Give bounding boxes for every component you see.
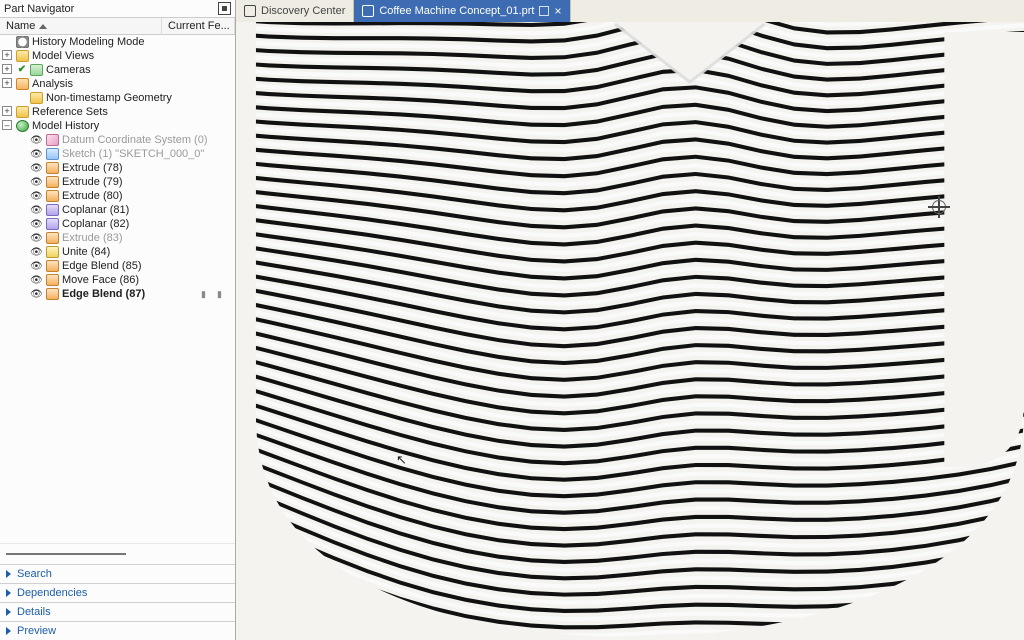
extrude-icon — [46, 162, 59, 174]
tree-expander[interactable]: – — [2, 120, 12, 130]
datum-icon — [46, 134, 59, 146]
tree-item-label[interactable]: History Modeling Mode — [31, 36, 145, 48]
folder-icon — [30, 92, 43, 104]
tree-item-label[interactable]: Extrude (83) — [61, 232, 123, 244]
tab-discovery-center[interactable]: Discovery Center — [236, 0, 354, 22]
visibility-icon[interactable]: 👁 — [30, 275, 44, 286]
tree-item-label[interactable]: Extrude (78) — [61, 162, 123, 174]
panel-title: Part Navigator — [4, 3, 74, 15]
tree-item-label[interactable]: Analysis — [31, 78, 73, 90]
tree-item-label[interactable]: Cameras — [45, 64, 91, 76]
tree-item-label[interactable]: Coplanar (81) — [61, 204, 129, 216]
tab-active-document[interactable]: Coffee Machine Concept_01.prt × — [354, 0, 570, 22]
visibility-icon[interactable]: 👁 — [30, 247, 44, 258]
chevron-right-icon — [6, 589, 11, 597]
undock-icon[interactable] — [218, 2, 231, 15]
visibility-icon[interactable]: 👁 — [30, 233, 44, 244]
tree-item-label[interactable]: Non-timestamp Geometry — [45, 92, 172, 104]
popout-icon[interactable] — [539, 6, 549, 16]
tree-item-label[interactable]: Sketch (1) "SKETCH_000_0" — [61, 148, 204, 160]
tree-hscroll[interactable] — [0, 543, 235, 564]
extrude-icon — [46, 190, 59, 202]
part-file-icon — [362, 5, 374, 17]
extrude-icon — [46, 176, 59, 188]
extrude-icon — [46, 232, 59, 244]
chevron-right-icon — [6, 608, 11, 616]
tree-item-label[interactable]: Edge Blend (87) — [61, 288, 145, 300]
chevron-right-icon — [6, 627, 11, 635]
visibility-icon[interactable]: 👁 — [30, 135, 44, 146]
tree-item-label[interactable]: Model History — [31, 120, 99, 132]
cam-icon — [30, 64, 43, 76]
coplanar-icon — [46, 204, 59, 216]
column-name[interactable]: Name — [0, 18, 162, 34]
history-icon — [16, 120, 29, 132]
tree-item-label[interactable]: Edge Blend (85) — [61, 260, 142, 272]
blend-icon — [46, 260, 59, 272]
section-dependencies[interactable]: Dependencies — [0, 583, 235, 602]
tree-columns: Name Current Fe... — [0, 18, 235, 35]
visibility-icon[interactable]: 👁 — [30, 261, 44, 272]
document-tab-bar: Discovery Center Coffee Machine Concept_… — [236, 0, 1024, 23]
visibility-icon[interactable]: 👁 — [30, 219, 44, 230]
tree-item-label[interactable]: Datum Coordinate System (0) — [61, 134, 208, 146]
tree-expander[interactable]: + — [2, 78, 12, 88]
folder-icon — [16, 106, 29, 118]
move-icon — [46, 274, 59, 286]
tree-expander[interactable]: + — [2, 50, 12, 60]
chevron-right-icon — [6, 570, 11, 578]
visibility-icon[interactable]: 👁 — [30, 289, 44, 300]
navigator-tree[interactable]: History Modeling Mode+Model Views+✔Camer… — [0, 35, 235, 543]
tree-item-label[interactable]: Move Face (86) — [61, 274, 139, 286]
section-details[interactable]: Details — [0, 602, 235, 621]
section-search[interactable]: Search — [0, 564, 235, 583]
visibility-icon[interactable]: 👁 — [30, 163, 44, 174]
tree-expander[interactable]: + — [2, 106, 12, 116]
column-current-feature[interactable]: Current Fe... — [162, 18, 235, 34]
current-feature-marker: ▮▮ — [201, 289, 231, 300]
blend-icon — [46, 288, 59, 300]
unite-icon — [46, 246, 59, 258]
visibility-icon[interactable]: 👁 — [30, 191, 44, 202]
visibility-icon[interactable]: 👁 — [30, 205, 44, 216]
coplanar-icon — [46, 218, 59, 230]
visibility-icon[interactable]: 👁 — [30, 149, 44, 160]
part-navigator-panel: Part Navigator Name Current Fe... Histor… — [0, 0, 236, 640]
tree-item-label[interactable]: Model Views — [31, 50, 94, 62]
tree-item-label[interactable]: Coplanar (82) — [61, 218, 129, 230]
tree-expander[interactable]: + — [2, 64, 12, 74]
panel-title-bar: Part Navigator — [0, 0, 235, 18]
section-preview[interactable]: Preview — [0, 621, 235, 640]
folder-icon — [16, 50, 29, 62]
clock-icon — [16, 36, 29, 48]
tree-item-label[interactable]: Extrude (79) — [61, 176, 123, 188]
gauge-icon — [16, 78, 29, 90]
discovery-icon — [244, 5, 256, 17]
graphics-viewport[interactable]: Discovery Center Coffee Machine Concept_… — [236, 0, 1024, 640]
tree-item-label[interactable]: Extrude (80) — [61, 190, 123, 202]
visibility-icon[interactable]: 👁 — [30, 177, 44, 188]
close-icon[interactable]: × — [554, 5, 561, 17]
tree-item-label[interactable]: Unite (84) — [61, 246, 110, 258]
sort-ascending-icon — [39, 24, 47, 29]
sketch-icon — [46, 148, 59, 160]
tree-item-label[interactable]: Reference Sets — [31, 106, 108, 118]
graphics-canvas[interactable] — [236, 22, 1024, 640]
